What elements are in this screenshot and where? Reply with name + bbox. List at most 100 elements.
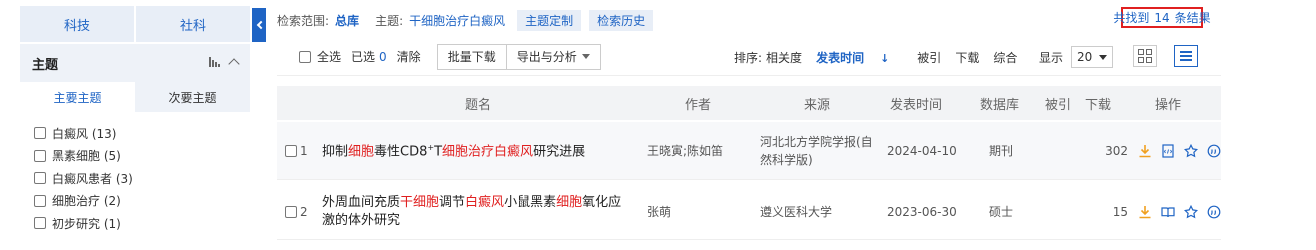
book-read-icon[interactable] [1160,204,1176,220]
chevron-down-icon [581,54,590,59]
result-actions [1137,122,1222,179]
facet-label: 细胞治疗 (2) [52,194,121,209]
category-tabs: 科技 社科 [20,6,250,42]
chevron-up-icon[interactable] [228,58,240,70]
title-text: 毒性CD8 [374,144,428,160]
tab-secondary-topic[interactable]: 次要主题 [135,82,250,112]
row-checkbox[interactable] [285,144,297,157]
tab-social-science[interactable]: 社科 [136,6,250,42]
result-count-prefix: 共找到 [1113,11,1150,25]
select-all-checkbox[interactable] [299,50,311,63]
result-source[interactable]: 遵义医科大学 [760,184,880,239]
tab-science-tech[interactable]: 科技 [20,6,136,42]
result-actions [1137,184,1222,239]
row-checkbox[interactable] [285,205,297,218]
select-all[interactable]: 全选 已选 0 清除 [299,48,437,65]
sort-cited[interactable]: 被引 [917,49,941,66]
result-downloads: 15 [1112,204,1128,219]
result-title[interactable]: 外周血间充质干细胞调节白癜风小鼠黑素细胞氧化应激的体外研究 [322,184,622,239]
html-read-icon[interactable] [1160,143,1176,159]
star-icon[interactable] [1183,143,1199,159]
bar-chart-icon[interactable] [209,57,220,67]
row-select[interactable]: 2 [285,184,308,239]
result-database: 期刊 [989,144,1014,158]
title-highlight: 干细胞 [400,194,440,210]
facet-checkbox[interactable] [34,149,46,162]
sort-date-label: 发表时间 [816,50,865,65]
facet-checkbox[interactable] [34,194,46,207]
result-source[interactable]: 河北北方学院学报(自然科学版) [760,122,880,179]
selected-label: 已选 [351,50,376,64]
facet-label: 白癜风 (13) [52,126,117,141]
table-row: 2 外周血间充质干细胞调节白癜风小鼠黑素细胞氧化应激的体外研究 张萌 遵义医科大… [277,184,1221,240]
result-database: 硕士 [989,205,1014,219]
title-text: 外周血间充质 [322,194,401,210]
arrow-down-icon: ↓ [880,51,890,65]
export-analysis-button[interactable]: 导出与分析 [506,43,601,70]
sort-label: 排序: [734,50,763,65]
download-icon[interactable] [1137,204,1153,220]
col-author: 作者 [685,97,712,113]
batch-download-button[interactable]: 批量下载 [436,43,507,70]
col-database: 数据库 [980,97,1020,113]
scope-range-label: 检索范围: [277,13,330,28]
row-index: 2 [300,204,308,219]
list-view-icon [1180,51,1192,61]
scope-topic-value: 干细胞治疗白癜风 [409,13,506,28]
facet-label: 黑素细胞 (5) [52,149,121,164]
clear-button[interactable]: 清除 [397,48,421,65]
page-size-value: 20 [1077,50,1093,64]
topic-sub-tabs: 主要主题 次要主题 [20,82,250,112]
sort-relevance[interactable]: 相关度 [766,49,802,66]
title-text: 抑制 [322,144,349,160]
facet-checkbox[interactable] [34,127,46,140]
result-count: 共找到 14 条结果 [1113,7,1211,28]
sort-composite[interactable]: 综合 [993,49,1017,66]
title-text: 调节 [439,194,466,210]
topic-custom-button[interactable]: 主题定制 [517,9,582,31]
facet-item[interactable]: 白癜风患者 (3) [34,167,133,190]
facet-checkbox[interactable] [34,172,46,185]
title-highlight: 白癜风 [465,194,505,210]
tab-main-topic[interactable]: 主要主题 [20,82,135,112]
result-title[interactable]: 抑制细胞毒性CD8+T细胞治疗白癜风研究进展 [322,122,622,179]
facet-label: 初步研究 (1) [52,216,121,231]
facet-item[interactable]: 白癜风 (13) [34,122,133,145]
result-count-suffix: 条结果 [1174,11,1211,25]
search-scope: 检索范围: 总库 主题: 干细胞治疗白癜风 主题定制 检索历史 [277,9,661,31]
facet-item[interactable]: 初步研究 (1) [34,212,133,235]
export-analysis-label: 导出与分析 [516,50,577,64]
selected-count: 0 [379,49,387,64]
title-highlight: 细胞治疗白癜风 [442,144,534,160]
sidebar-collapse-button[interactable] [252,8,266,42]
result-date: 2023-06-30 [887,204,957,219]
grid-view-icon [1138,49,1152,63]
result-author[interactable]: 王晓寅;陈如笛 [647,122,723,179]
scope-range-value[interactable]: 总库 [335,12,359,29]
scope-topic-label: 主题: [375,13,404,28]
select-all-label: 全选 [317,50,342,64]
page-size-label: 显示 [1039,50,1064,65]
title-highlight: 细胞 [348,144,375,160]
col-date: 发表时间 [890,97,943,113]
search-history-button[interactable]: 检索历史 [589,9,654,31]
facet-checkbox[interactable] [34,217,46,230]
download-icon[interactable] [1137,143,1153,159]
grid-view-button[interactable] [1133,45,1157,67]
result-author[interactable]: 张萌 [647,184,671,239]
facet-item[interactable]: 黑素细胞 (5) [34,145,133,168]
title-text: T [434,144,443,160]
list-view-button[interactable] [1174,45,1198,67]
row-select[interactable]: 1 [285,122,308,179]
facet-item[interactable]: 细胞治疗 (2) [34,190,133,213]
quote-icon[interactable] [1206,143,1222,159]
quote-icon[interactable] [1206,204,1222,220]
sort-download[interactable]: 下载 [955,49,979,66]
table-row: 1 抑制细胞毒性CD8+T细胞治疗白癜风研究进展 王晓寅;陈如笛 河北北方学院学… [277,122,1221,180]
star-icon[interactable] [1183,204,1199,220]
title-highlight: 细胞 [556,194,583,210]
page-size-select[interactable]: 20 [1071,46,1114,68]
sort-date[interactable]: 发表时间 ↓ [816,49,903,66]
table-header: 题名 作者 来源 发表时间 数据库 被引 下载 操作 [277,86,1221,120]
col-cited: 被引 [1045,97,1072,113]
